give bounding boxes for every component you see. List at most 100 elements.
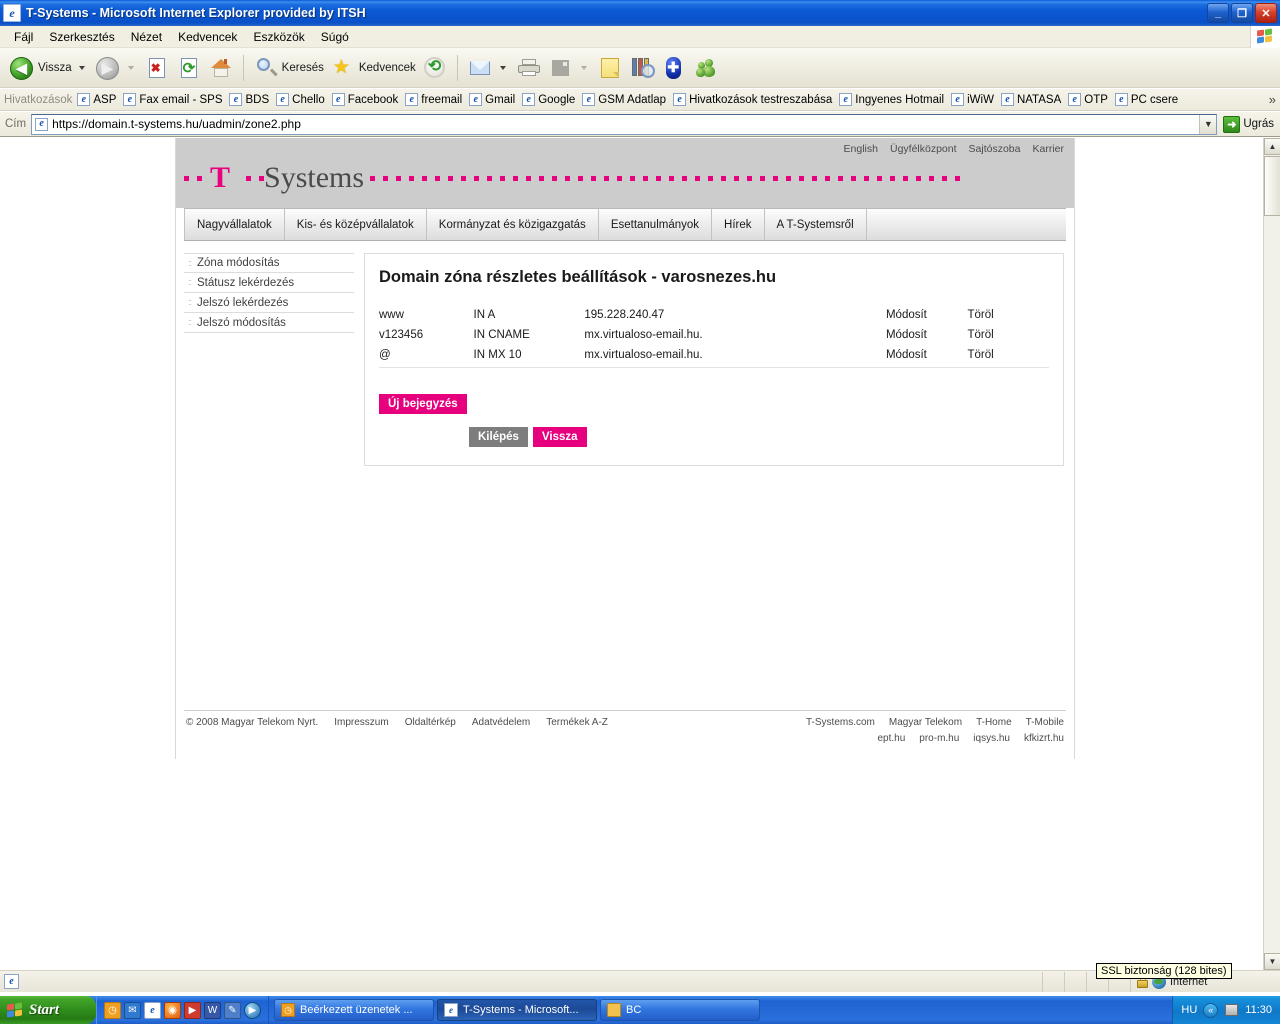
notes-button[interactable] (594, 51, 626, 85)
link-bds[interactable]: e BDS (229, 93, 269, 106)
firefox-icon[interactable]: ◉ (164, 1001, 181, 1019)
print-button[interactable] (513, 51, 545, 85)
sidebar-item-jelszo-modositas[interactable]: :: Jelszó módosítás (184, 313, 354, 333)
taskbar-item-bc[interactable]: BC (600, 999, 760, 1021)
home-button[interactable] (205, 51, 237, 85)
menu-item-help[interactable]: Súgó (313, 28, 357, 46)
link-fax-email-sps[interactable]: e Fax email - SPS (123, 93, 222, 106)
footer-brand-t-systems-com[interactable]: T-Systems.com (806, 717, 875, 728)
history-button[interactable] (419, 51, 451, 85)
utilnav-english[interactable]: English (844, 143, 878, 155)
outlook-icon[interactable]: ✉ (124, 1001, 141, 1019)
sidebar-item-jelszo-lekerdezes[interactable]: :: Jelszó lekérdezés (184, 293, 354, 313)
address-dropdown-icon[interactable]: ▼ (1199, 114, 1217, 134)
footer-brand-iqsys-hu[interactable]: iqsys.hu (973, 733, 1010, 744)
delete-link[interactable]: Töröl (967, 345, 1049, 365)
link-google[interactable]: e Google (522, 93, 575, 106)
word-icon[interactable]: W (204, 1001, 221, 1019)
menu-item-tools[interactable]: Eszközök (245, 28, 312, 46)
scroll-up-button[interactable]: ▲ (1264, 138, 1280, 155)
forward-button[interactable]: ▶ (92, 51, 141, 85)
link-otp[interactable]: e OTP (1068, 93, 1108, 106)
nav-tab-kormanyzat-es-kozigazgatas[interactable]: Kormányzat és közigazgatás (427, 209, 599, 240)
sidebar-item-zona-modositas[interactable]: :: Zóna módosítás (184, 253, 354, 273)
taskbar-item-t-systems[interactable]: e T-Systems - Microsoft... (437, 999, 597, 1021)
link-facebook[interactable]: e Facebook (331, 93, 398, 106)
link-natasa[interactable]: e NATASA (1000, 93, 1061, 106)
edit-link[interactable]: Módosít (886, 305, 968, 325)
link-freemail[interactable]: e freemail (405, 93, 462, 106)
link-iwiw[interactable]: e iWiW (951, 93, 994, 106)
menu-item-file[interactable]: Fájl (6, 28, 41, 46)
footer-link-oldalterkep[interactable]: Oldaltérkép (405, 717, 456, 749)
refresh-button[interactable] (173, 51, 205, 85)
stop-button[interactable] (141, 51, 173, 85)
edit-link[interactable]: Módosít (886, 325, 968, 345)
messenger-button[interactable] (690, 51, 722, 85)
scroll-down-button[interactable]: ▼ (1264, 953, 1280, 970)
minimize-button[interactable]: _ (1207, 3, 1229, 23)
clock[interactable]: 11:30 (1245, 1004, 1272, 1016)
menu-item-view[interactable]: Nézet (123, 28, 170, 46)
favorites-button[interactable]: ★ Kedvencek (327, 51, 419, 85)
footer-brand-magyar-telekom[interactable]: Magyar Telekom (889, 717, 962, 728)
utilnav-ugyfelkozpont[interactable]: Ügyfélközpont (890, 143, 957, 155)
taskbar-item-outlook[interactable]: ◷ Beérkezett üzenetek ... (274, 999, 434, 1021)
go-button[interactable]: ➜ Ugrás (1217, 115, 1280, 133)
link-pc-csere[interactable]: e PC csere (1114, 93, 1178, 106)
new-entry-button[interactable]: Új bejegyzés (379, 394, 467, 414)
scrollbar-thumb[interactable] (1264, 156, 1280, 216)
chevron-down-icon-forward[interactable] (127, 65, 134, 70)
chevron-down-icon-mail[interactable] (499, 65, 506, 70)
menu-item-edit[interactable]: Szerkesztés (41, 28, 122, 46)
nav-tab-kis-es-kozepvallalatok[interactable]: Kis- és középvállalatok (285, 209, 427, 240)
link-asp[interactable]: e ASP (77, 93, 116, 106)
search-button[interactable]: Keresés (250, 51, 327, 85)
menu-item-favorites[interactable]: Kedvencek (170, 28, 245, 46)
footer-brand-pro-m-hu[interactable]: pro-m.hu (919, 733, 959, 744)
footer-brand-ept-hu[interactable]: ept.hu (877, 733, 905, 744)
footer-brand-t-home[interactable]: T-Home (976, 717, 1012, 728)
back-button-site[interactable]: Vissza (532, 427, 587, 447)
network-icon[interactable] (1224, 1003, 1239, 1018)
edit-button[interactable] (545, 51, 594, 85)
language-indicator[interactable]: HU (1181, 1004, 1197, 1016)
tools-icon[interactable]: ✎ (224, 1001, 241, 1019)
nav-tab-a-t-systemsrol[interactable]: A T-Systemsről (765, 209, 867, 240)
link-gsm-adatlap[interactable]: e GSM Adatlap (582, 93, 666, 106)
research-button[interactable] (626, 51, 658, 85)
back-button[interactable]: ◀ Vissza (6, 51, 92, 85)
link-gmail[interactable]: e Gmail (469, 93, 515, 106)
link-hivatkozasok-testreszabasa[interactable]: e Hivatkozások testreszabása (673, 93, 832, 106)
nav-tab-hirek[interactable]: Hírek (712, 209, 765, 240)
link-chello[interactable]: e Chello (276, 93, 325, 106)
tray-expand-icon[interactable]: « (1203, 1002, 1219, 1018)
footer-link-adatvedelem[interactable]: Adatvédelem (472, 717, 530, 749)
clock-icon[interactable]: ◷ (104, 1001, 121, 1019)
close-button[interactable]: ✕ (1255, 3, 1277, 23)
nav-tab-nagyvallalatok[interactable]: Nagyvállalatok (184, 209, 285, 240)
exit-button[interactable]: Kilépés (469, 427, 528, 447)
ie-icon[interactable]: e (144, 1001, 161, 1019)
delete-link[interactable]: Töröl (967, 305, 1049, 325)
footer-brand-kfkizrt-hu[interactable]: kfkizrt.hu (1024, 733, 1064, 744)
bluetooth-button[interactable]: ✚ (658, 51, 690, 85)
chevron-down-icon-edit[interactable] (580, 65, 587, 70)
mail-button[interactable] (464, 51, 513, 85)
footer-link-termekek-a-z[interactable]: Termékek A-Z (546, 717, 608, 749)
sidebar-item-statusz-lekerdezes[interactable]: :: Státusz lekérdezés (184, 273, 354, 293)
edit-link[interactable]: Módosít (886, 345, 968, 365)
delete-link[interactable]: Töröl (967, 325, 1049, 345)
address-input[interactable]: e https://domain.t-systems.hu/uadmin/zon… (31, 113, 1218, 135)
utilnav-sajtoszoba[interactable]: Sajtószoba (969, 143, 1021, 155)
links-overflow-icon[interactable]: » (1269, 92, 1280, 107)
chevron-down-icon[interactable] (78, 65, 85, 70)
media-icon[interactable]: ▶ (184, 1001, 201, 1019)
footer-brand-t-mobile[interactable]: T-Mobile (1026, 717, 1064, 728)
player-icon[interactable]: ▶ (244, 1001, 261, 1019)
page-scrollbar[interactable]: ▲ ▼ (1263, 138, 1280, 970)
site-logo[interactable]: T Systems (176, 160, 1076, 196)
utilnav-karrier[interactable]: Karrier (1032, 143, 1064, 155)
footer-link-impresszum[interactable]: Impresszum (334, 717, 388, 749)
start-button[interactable]: Start (0, 996, 96, 1024)
